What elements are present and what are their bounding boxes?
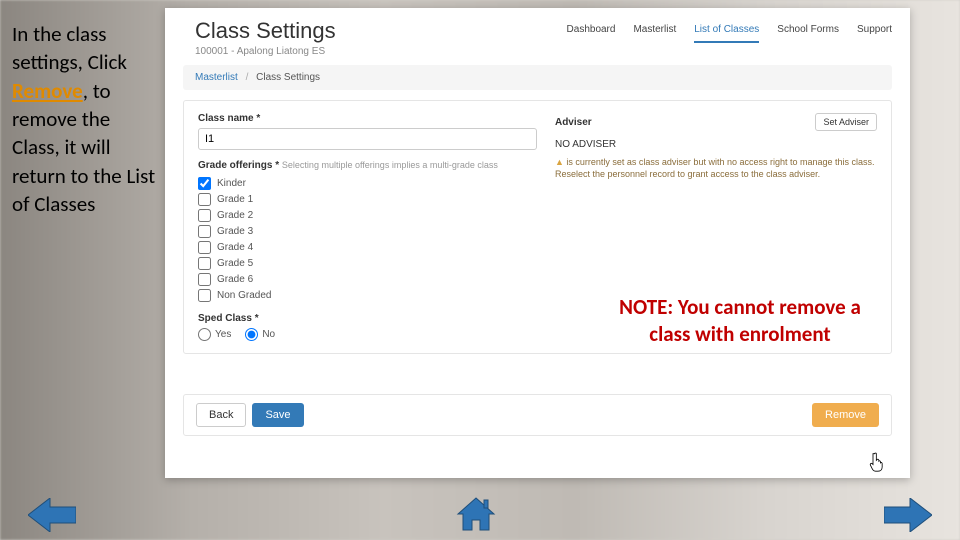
adviser-header: Adviser Set Adviser	[555, 113, 877, 131]
sped-yes-radio[interactable]	[198, 328, 211, 341]
grade-4-checkbox[interactable]	[198, 241, 211, 254]
warning-icon: ▲	[555, 157, 564, 167]
sped-yes[interactable]: Yes	[198, 328, 231, 341]
grade-nongraded[interactable]: Non Graded	[198, 287, 537, 303]
remove-button[interactable]: Remove	[812, 403, 879, 427]
warning-text: is currently set as class adviser but wi…	[555, 157, 875, 179]
breadcrumb-sep: /	[246, 72, 249, 83]
grade-kinder[interactable]: Kinder	[198, 175, 537, 191]
grade-6-checkbox[interactable]	[198, 273, 211, 286]
grade-6[interactable]: Grade 6	[198, 271, 537, 287]
set-adviser-button[interactable]: Set Adviser	[815, 113, 877, 131]
grade-offerings-text: Grade offerings *	[198, 160, 279, 171]
sped-label: Sped Class *	[198, 313, 537, 324]
save-button[interactable]: Save	[252, 403, 303, 427]
adviser-warning: ▲ is currently set as class adviser but …	[555, 156, 877, 180]
grade-5-label: Grade 5	[217, 258, 253, 269]
class-name-label: Class name *	[198, 113, 537, 124]
grade-1[interactable]: Grade 1	[198, 191, 537, 207]
sped-no-radio[interactable]	[245, 328, 258, 341]
grade-nongraded-checkbox[interactable]	[198, 289, 211, 302]
grade-2[interactable]: Grade 2	[198, 207, 537, 223]
note-callout: NOTE: You cannot remove a class with enr…	[595, 290, 885, 353]
grade-5-checkbox[interactable]	[198, 257, 211, 270]
grade-list: Kinder Grade 1 Grade 2 Grade 3 Grade 4 G…	[198, 175, 537, 303]
class-name-input[interactable]	[198, 128, 537, 150]
top-nav: Dashboard Masterlist List of Classes Sch…	[567, 18, 892, 57]
grade-kinder-label: Kinder	[217, 178, 246, 189]
next-slide-arrow[interactable]	[884, 498, 932, 532]
adviser-label: Adviser	[555, 117, 592, 128]
sped-yes-label: Yes	[215, 329, 231, 340]
grade-4[interactable]: Grade 4	[198, 239, 537, 255]
grade-6-label: Grade 6	[217, 274, 253, 285]
breadcrumb-root[interactable]: Masterlist	[195, 72, 238, 83]
breadcrumb-current: Class Settings	[256, 72, 320, 83]
header-left: Class Settings 100001 - Apalong Liatong …	[195, 18, 336, 57]
grade-1-label: Grade 1	[217, 194, 253, 205]
instruction-text: In the class settings, Click Remove, to …	[12, 20, 157, 218]
grade-2-label: Grade 2	[217, 210, 253, 221]
grade-3-label: Grade 3	[217, 226, 253, 237]
grade-5[interactable]: Grade 5	[198, 255, 537, 271]
grade-1-checkbox[interactable]	[198, 193, 211, 206]
sped-no-label: No	[262, 329, 275, 340]
grade-2-checkbox[interactable]	[198, 209, 211, 222]
page-title: Class Settings	[195, 18, 336, 44]
grade-4-label: Grade 4	[217, 242, 253, 253]
grade-kinder-checkbox[interactable]	[198, 177, 211, 190]
app-header: Class Settings 100001 - Apalong Liatong …	[165, 8, 910, 65]
grade-offerings-hint: Selecting multiple offerings implies a m…	[282, 160, 498, 170]
no-adviser-text: NO ADVISER	[555, 139, 877, 150]
nav-masterlist[interactable]: Masterlist	[633, 24, 676, 41]
back-button[interactable]: Back	[196, 403, 246, 427]
sped-radio-group: Yes No	[198, 328, 537, 341]
page-subtitle: 100001 - Apalong Liatong ES	[195, 46, 336, 57]
grade-3-checkbox[interactable]	[198, 225, 211, 238]
cursor-pointer-icon	[869, 452, 887, 472]
nav-support[interactable]: Support	[857, 24, 892, 41]
instruction-remove-word: Remove	[12, 78, 83, 104]
sped-no[interactable]: No	[245, 328, 275, 341]
nav-dashboard[interactable]: Dashboard	[567, 24, 616, 41]
nav-list-of-classes[interactable]: List of Classes	[694, 24, 759, 43]
app-panel: Class Settings 100001 - Apalong Liatong …	[165, 8, 910, 478]
left-column: Class name * Grade offerings * Selecting…	[198, 113, 537, 341]
home-icon[interactable]	[456, 496, 496, 532]
breadcrumb: Masterlist / Class Settings	[183, 65, 892, 90]
grade-3[interactable]: Grade 3	[198, 223, 537, 239]
footer-bar: Back Save Remove	[183, 394, 892, 436]
grade-offerings-label: Grade offerings * Selecting multiple off…	[198, 160, 537, 171]
instruction-pre: In the class settings, Click	[12, 21, 127, 75]
grade-nongraded-label: Non Graded	[217, 290, 271, 301]
nav-school-forms[interactable]: School Forms	[777, 24, 839, 41]
prev-slide-arrow[interactable]	[28, 498, 76, 532]
